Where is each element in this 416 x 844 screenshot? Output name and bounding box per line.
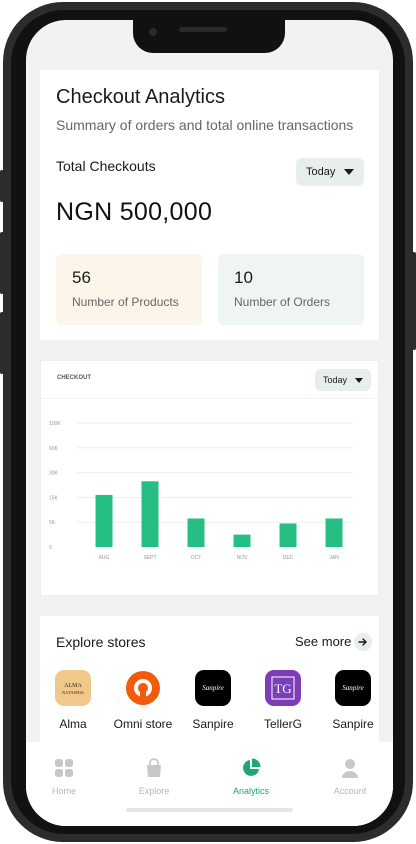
checkout-chart-card: CHECKOUT Today 0 5K 15K 30K 60K 100K AUG SEPT OC… — [40, 360, 379, 596]
svg-text:NATASHIA: NATASHIA — [62, 690, 85, 695]
sanpire-logo: Sanpire — [195, 670, 231, 706]
x-tick-label: DEC — [283, 555, 294, 561]
nav-item-home[interactable]: Home — [26, 758, 104, 796]
caret-down-icon — [355, 377, 363, 383]
user-icon — [342, 759, 358, 778]
orders-count: 10 — [234, 268, 253, 287]
nav-label-account: Account — [333, 786, 367, 796]
omni-store-logo — [125, 670, 161, 706]
nav-item-analytics[interactable]: Analytics — [211, 758, 291, 796]
page-subtitle: Summary of orders and total online trans… — [56, 117, 354, 133]
arrow-right-icon[interactable] — [354, 633, 372, 651]
checkout-summary-card: Checkout Analytics Summary of orders and… — [40, 70, 379, 340]
svg-text:Sanpire: Sanpire — [202, 684, 224, 692]
page-title: Checkout Analytics — [56, 86, 225, 108]
bag-icon — [147, 758, 161, 777]
nav-label-explore: Explore — [138, 786, 170, 796]
stores-list: ALMA NATASHIA Alma Omni store Sanpire Sa… — [55, 670, 379, 750]
store-name: Alma — [59, 717, 87, 731]
store-name: Omni store — [113, 717, 173, 731]
y-tick-label: 60K — [49, 446, 59, 452]
x-tick-label: SEPT — [143, 555, 156, 561]
tellerg-logo: TG — [265, 670, 301, 706]
period-dropdown[interactable]: Today — [296, 158, 364, 186]
notch — [133, 20, 285, 53]
nav-item-account[interactable]: Account — [310, 758, 390, 796]
bar-oct[interactable] — [187, 518, 205, 547]
camera-icon — [149, 28, 157, 36]
products-stat-card: 56 Number of Products — [56, 254, 202, 325]
store-name: TellerG — [263, 717, 302, 731]
bar-nov[interactable] — [233, 534, 251, 547]
sanpire-logo: Sanpire — [335, 670, 371, 706]
products-count: 56 — [72, 268, 91, 287]
period-value: Today — [306, 166, 336, 178]
orders-label: Number of Orders — [234, 295, 331, 309]
bar-jan[interactable] — [325, 518, 343, 547]
bottom-nav: Home Explore Analytics Account — [26, 742, 393, 826]
orders-stat-card: 10 Number of Orders — [218, 254, 364, 325]
bar-sept[interactable] — [141, 481, 159, 547]
x-tick-label: OCT — [191, 555, 202, 561]
chart-period-dropdown[interactable]: Today — [315, 369, 371, 391]
y-tick-label: 5K — [49, 520, 56, 526]
bar-aug[interactable] — [95, 494, 113, 547]
total-amount: NGN 500,000 — [56, 198, 213, 226]
bar-chart: 0 5K 15K 30K 60K 100K AUG SEPT OCT NOV DEC JAN — [49, 421, 353, 561]
products-label: Number of Products — [72, 295, 179, 309]
store-item-sanpire[interactable]: Sanpire Sanpire — [178, 670, 248, 731]
alma-logo: ALMA NATASHIA — [55, 670, 91, 706]
svg-text:ALMA: ALMA — [64, 683, 82, 689]
see-more-link[interactable]: See more — [295, 634, 351, 649]
power-button — [412, 252, 416, 350]
grid-icon — [55, 759, 73, 777]
y-tick-label: 0 — [49, 545, 52, 551]
chart-title: CHECKOUT — [57, 375, 91, 381]
store-item-tellerg[interactable]: TG TellerG — [248, 670, 318, 731]
speaker — [179, 27, 227, 32]
pie-chart-icon — [243, 758, 261, 776]
volume-down-button — [0, 312, 4, 374]
explore-title: Explore stores — [56, 634, 146, 650]
screen: Checkout Analytics Summary of orders and… — [26, 20, 393, 826]
nav-label-home: Home — [51, 786, 76, 796]
chart-period-value: Today — [323, 375, 348, 385]
store-name: Sanpire — [192, 717, 234, 731]
x-tick-label: NOV — [237, 555, 249, 561]
total-checkouts-label: Total Checkouts — [56, 158, 156, 174]
mute-switch — [0, 170, 4, 202]
home-indicator — [126, 808, 293, 812]
volume-up-button — [0, 232, 4, 294]
store-item-omni[interactable]: Omni store — [108, 670, 178, 731]
nav-label-analytics: Analytics — [232, 786, 269, 796]
store-item-sanpire-2[interactable]: Sanpire Sanpire — [318, 670, 379, 731]
store-name: Sanpire — [332, 717, 374, 731]
nav-item-explore[interactable]: Explore — [114, 758, 194, 796]
y-tick-label: 30K — [49, 471, 59, 477]
x-tick-label: JAN — [329, 555, 339, 561]
y-tick-label: 100K — [49, 421, 61, 427]
y-tick-label: 15K — [49, 495, 59, 501]
x-tick-label: AUG — [99, 555, 110, 561]
caret-down-icon — [344, 169, 354, 175]
bar-dec[interactable] — [279, 523, 297, 547]
svg-text:Sanpire: Sanpire — [342, 684, 364, 692]
svg-text:TG: TG — [274, 681, 291, 696]
store-item-alma[interactable]: ALMA NATASHIA Alma — [40, 670, 108, 731]
